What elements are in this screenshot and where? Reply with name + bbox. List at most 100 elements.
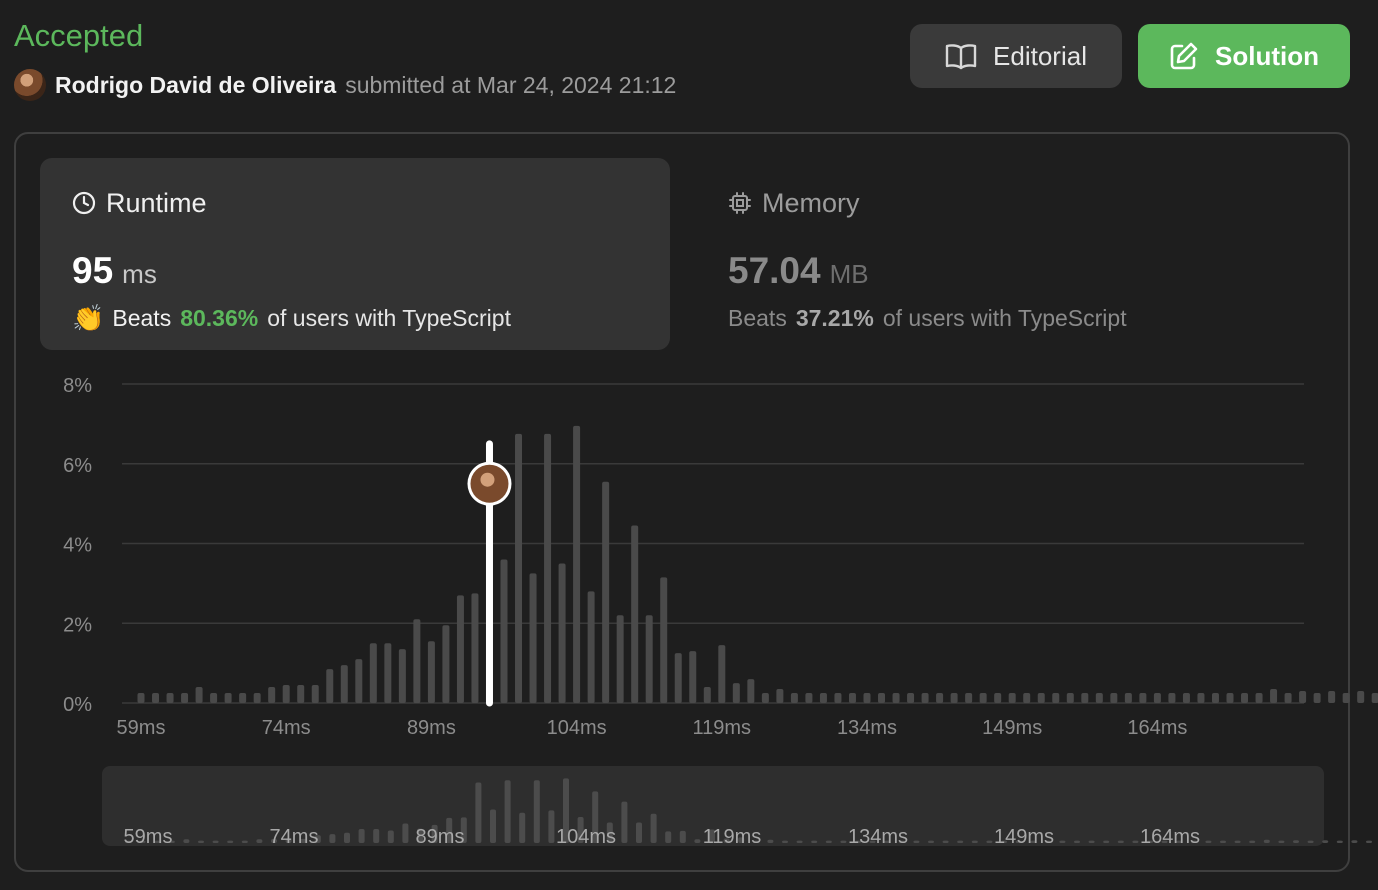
chart-bar[interactable] <box>297 685 305 703</box>
chart-bar[interactable] <box>747 679 755 703</box>
chart-bar[interactable] <box>1284 693 1292 703</box>
chart-bar[interactable] <box>137 693 145 703</box>
chart-bar[interactable] <box>1008 693 1016 703</box>
chart-bar[interactable] <box>311 685 319 703</box>
brush-bar <box>1103 840 1110 843</box>
chart-bar[interactable] <box>1226 693 1234 703</box>
chart-bar[interactable] <box>1328 691 1336 703</box>
chart-bar[interactable] <box>268 687 276 703</box>
chart-bar[interactable] <box>994 693 1002 703</box>
chart-bar[interactable] <box>1139 693 1147 703</box>
chart-bar[interactable] <box>1357 691 1365 703</box>
chart-bar[interactable] <box>515 433 523 703</box>
chart-bar[interactable] <box>573 425 581 703</box>
brush-bar <box>767 839 774 843</box>
chart-bar[interactable] <box>1052 693 1060 703</box>
chart-bar[interactable] <box>544 433 552 703</box>
brush-bar <box>1307 840 1314 843</box>
chart-bar[interactable] <box>1110 693 1118 703</box>
brush-bar <box>971 840 978 843</box>
chart-bar[interactable] <box>282 685 290 703</box>
chart-bar[interactable] <box>152 693 160 703</box>
chart-bar[interactable] <box>892 693 900 703</box>
brush-bar <box>490 809 496 843</box>
chart-bar[interactable] <box>616 615 624 703</box>
chart-bar[interactable] <box>340 665 348 703</box>
chart-bar[interactable] <box>587 591 595 703</box>
chart-bar[interactable] <box>1066 693 1074 703</box>
chart-bar[interactable] <box>166 693 174 703</box>
brush-bar <box>942 840 949 843</box>
chart-bar[interactable] <box>529 573 537 703</box>
chart-bar[interactable] <box>907 693 915 703</box>
chart-bar[interactable] <box>253 693 261 703</box>
chart-bar[interactable] <box>239 693 247 703</box>
chart-bar[interactable] <box>1255 693 1263 703</box>
chart-bar[interactable] <box>602 481 610 703</box>
chart-bar[interactable] <box>790 693 798 703</box>
chart-bar[interactable] <box>1081 693 1089 703</box>
chart-bar[interactable] <box>1023 693 1031 703</box>
chart-bar[interactable] <box>427 641 435 703</box>
chart-bar[interactable] <box>355 659 363 703</box>
chart-bar[interactable] <box>921 693 929 703</box>
chart-bar[interactable] <box>878 693 886 703</box>
chart-bar[interactable] <box>456 595 464 703</box>
chart-bar[interactable] <box>1153 693 1161 703</box>
chart-bar[interactable] <box>834 693 842 703</box>
chart-bar[interactable] <box>863 693 871 703</box>
chart-bar[interactable] <box>398 649 406 703</box>
chart-bar[interactable] <box>1182 693 1190 703</box>
chart-bar[interactable] <box>776 689 784 703</box>
chart-bar[interactable] <box>645 615 653 703</box>
chart-bar[interactable] <box>965 693 973 703</box>
chart-bar[interactable] <box>1313 693 1321 703</box>
chart-bar[interactable] <box>558 563 566 703</box>
chart-bar[interactable] <box>210 693 218 703</box>
chart-bar[interactable] <box>631 525 639 703</box>
chart-bar[interactable] <box>703 687 711 703</box>
brush-bar <box>227 840 234 843</box>
chart-bar[interactable] <box>1270 689 1278 703</box>
chart-bar[interactable] <box>819 693 827 703</box>
chart-bar[interactable] <box>1095 693 1103 703</box>
brush-bar <box>212 840 219 843</box>
chart-bar[interactable] <box>732 683 740 703</box>
brush-bar <box>1074 840 1080 843</box>
chart-bar[interactable] <box>500 559 508 703</box>
chart-bar[interactable] <box>1342 693 1350 703</box>
chart-bar[interactable] <box>936 693 944 703</box>
chart-bar[interactable] <box>413 619 421 703</box>
chart-bar[interactable] <box>950 693 958 703</box>
chart-bar[interactable] <box>384 643 392 703</box>
brush-tick-label: 59ms <box>124 826 173 848</box>
chart-bar[interactable] <box>471 593 479 703</box>
chart-bar[interactable] <box>1197 693 1205 703</box>
chart-bar[interactable] <box>1124 693 1132 703</box>
chart-bar[interactable] <box>1299 691 1307 703</box>
x-tick-label: 164ms <box>1127 717 1187 739</box>
chart-bar[interactable] <box>1371 693 1378 703</box>
brush-bar <box>636 822 642 843</box>
chart-bar[interactable] <box>195 687 203 703</box>
chart-bar[interactable] <box>689 651 697 703</box>
chart-bar[interactable] <box>224 693 232 703</box>
chart-bar[interactable] <box>660 577 668 703</box>
chart-bar[interactable] <box>979 693 987 703</box>
chart-bar[interactable] <box>1168 693 1176 703</box>
chart-bar[interactable] <box>718 645 726 703</box>
chart-bar[interactable] <box>761 693 769 703</box>
chart-bar[interactable] <box>1037 693 1045 703</box>
brush-bar <box>840 840 847 843</box>
chart-bar[interactable] <box>674 653 682 703</box>
chart-bar[interactable] <box>442 625 450 703</box>
chart-bar[interactable] <box>1241 693 1249 703</box>
chart-bar[interactable] <box>848 693 856 703</box>
chart-bar[interactable] <box>1211 693 1219 703</box>
brush-bar <box>241 840 248 843</box>
chart-bar[interactable] <box>326 669 334 703</box>
y-tick-label: 0% <box>63 694 92 716</box>
chart-bar[interactable] <box>369 643 377 703</box>
chart-bar[interactable] <box>181 693 189 703</box>
chart-bar[interactable] <box>805 693 813 703</box>
